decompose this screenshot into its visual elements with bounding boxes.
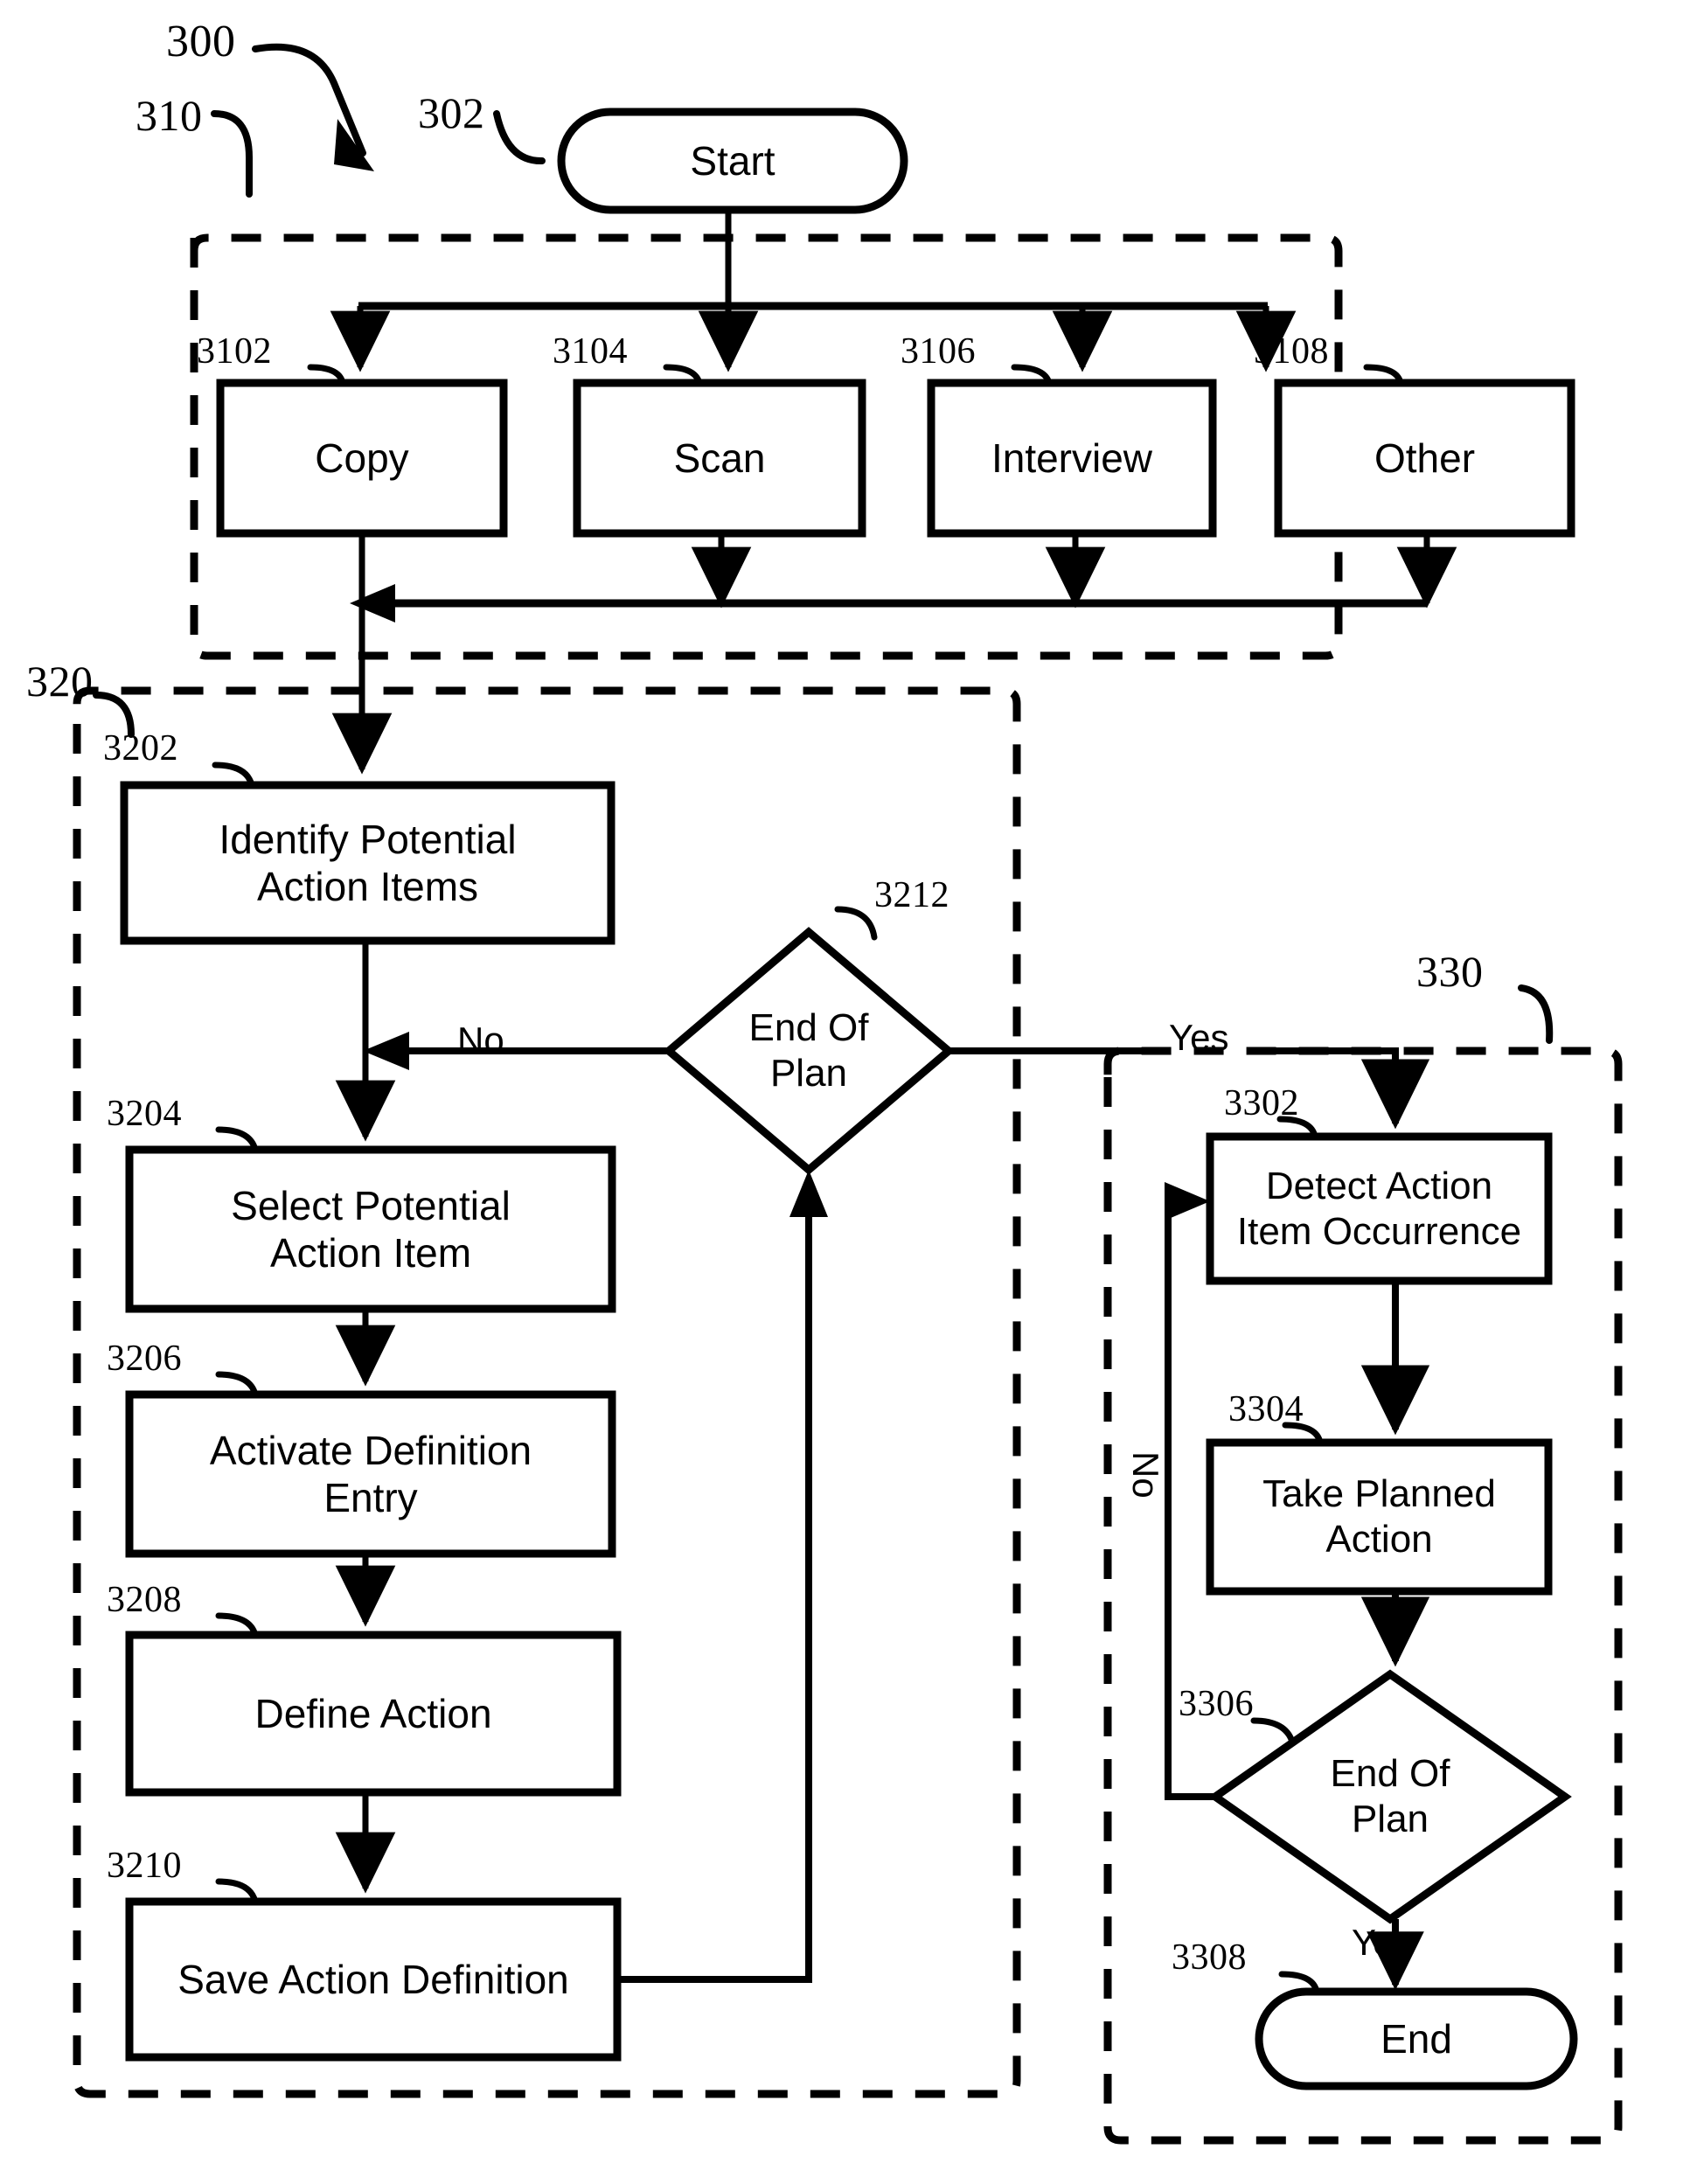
- node-activate: [125, 1390, 616, 1558]
- edge-label-no-plan: No: [457, 1019, 504, 1061]
- edge-start-to-bus: [330, 210, 1297, 372]
- node-save: [125, 1897, 622, 2062]
- node-start: [557, 108, 908, 214]
- ref-3212: 3212: [874, 875, 949, 915]
- ref-3308: 3308: [1172, 1937, 1247, 1978]
- flowchart-vector-layer: [73, 43, 1623, 2145]
- ref-310: 310: [136, 91, 203, 140]
- ref-3104: 3104: [553, 331, 628, 372]
- node-end-of-plan-2: [1208, 1669, 1572, 1924]
- ref-3102: 3102: [197, 331, 272, 372]
- node-end-of-plan-1: [663, 927, 955, 1175]
- node-select: [125, 1145, 616, 1313]
- ref-3304: 3304: [1228, 1389, 1304, 1429]
- ref-3106: 3106: [901, 331, 976, 372]
- flowchart-figure: Start Copy Scan Interview Other Identify…: [0, 0, 1690, 2184]
- leader-300: [252, 43, 374, 171]
- ref-3302: 3302: [1224, 1083, 1299, 1123]
- ref-300: 300: [166, 17, 236, 66]
- leader-302: [493, 110, 546, 165]
- ref-330: 330: [1416, 947, 1484, 996]
- edge-label-no-execute: No: [1125, 1451, 1166, 1499]
- node-other: [1274, 379, 1575, 538]
- leader-310: [211, 110, 253, 198]
- ref-3202: 3202: [103, 728, 178, 769]
- leader-330: [1518, 984, 1554, 1044]
- edge-label-yes-plan: Yes: [1169, 1017, 1229, 1058]
- node-interview: [927, 379, 1217, 538]
- node-detect: [1206, 1132, 1553, 1285]
- ref-3108: 3108: [1254, 331, 1329, 372]
- node-end: [1255, 1987, 1578, 2090]
- node-define: [125, 1631, 622, 1797]
- edge-label-yes-execute: Yes: [1352, 1922, 1412, 1963]
- edge-capture-merge-bus: [331, 533, 1457, 775]
- ref-3210: 3210: [107, 1846, 182, 1886]
- ref-3206: 3206: [107, 1339, 182, 1379]
- ref-320: 320: [26, 657, 94, 706]
- node-copy: [216, 379, 508, 538]
- ref-3306: 3306: [1179, 1684, 1254, 1724]
- node-identify: [120, 781, 615, 945]
- ref-3204: 3204: [107, 1094, 182, 1134]
- ref-302: 302: [418, 88, 485, 137]
- node-scan: [573, 379, 866, 538]
- ref-3208: 3208: [107, 1580, 182, 1620]
- node-take: [1206, 1438, 1553, 1596]
